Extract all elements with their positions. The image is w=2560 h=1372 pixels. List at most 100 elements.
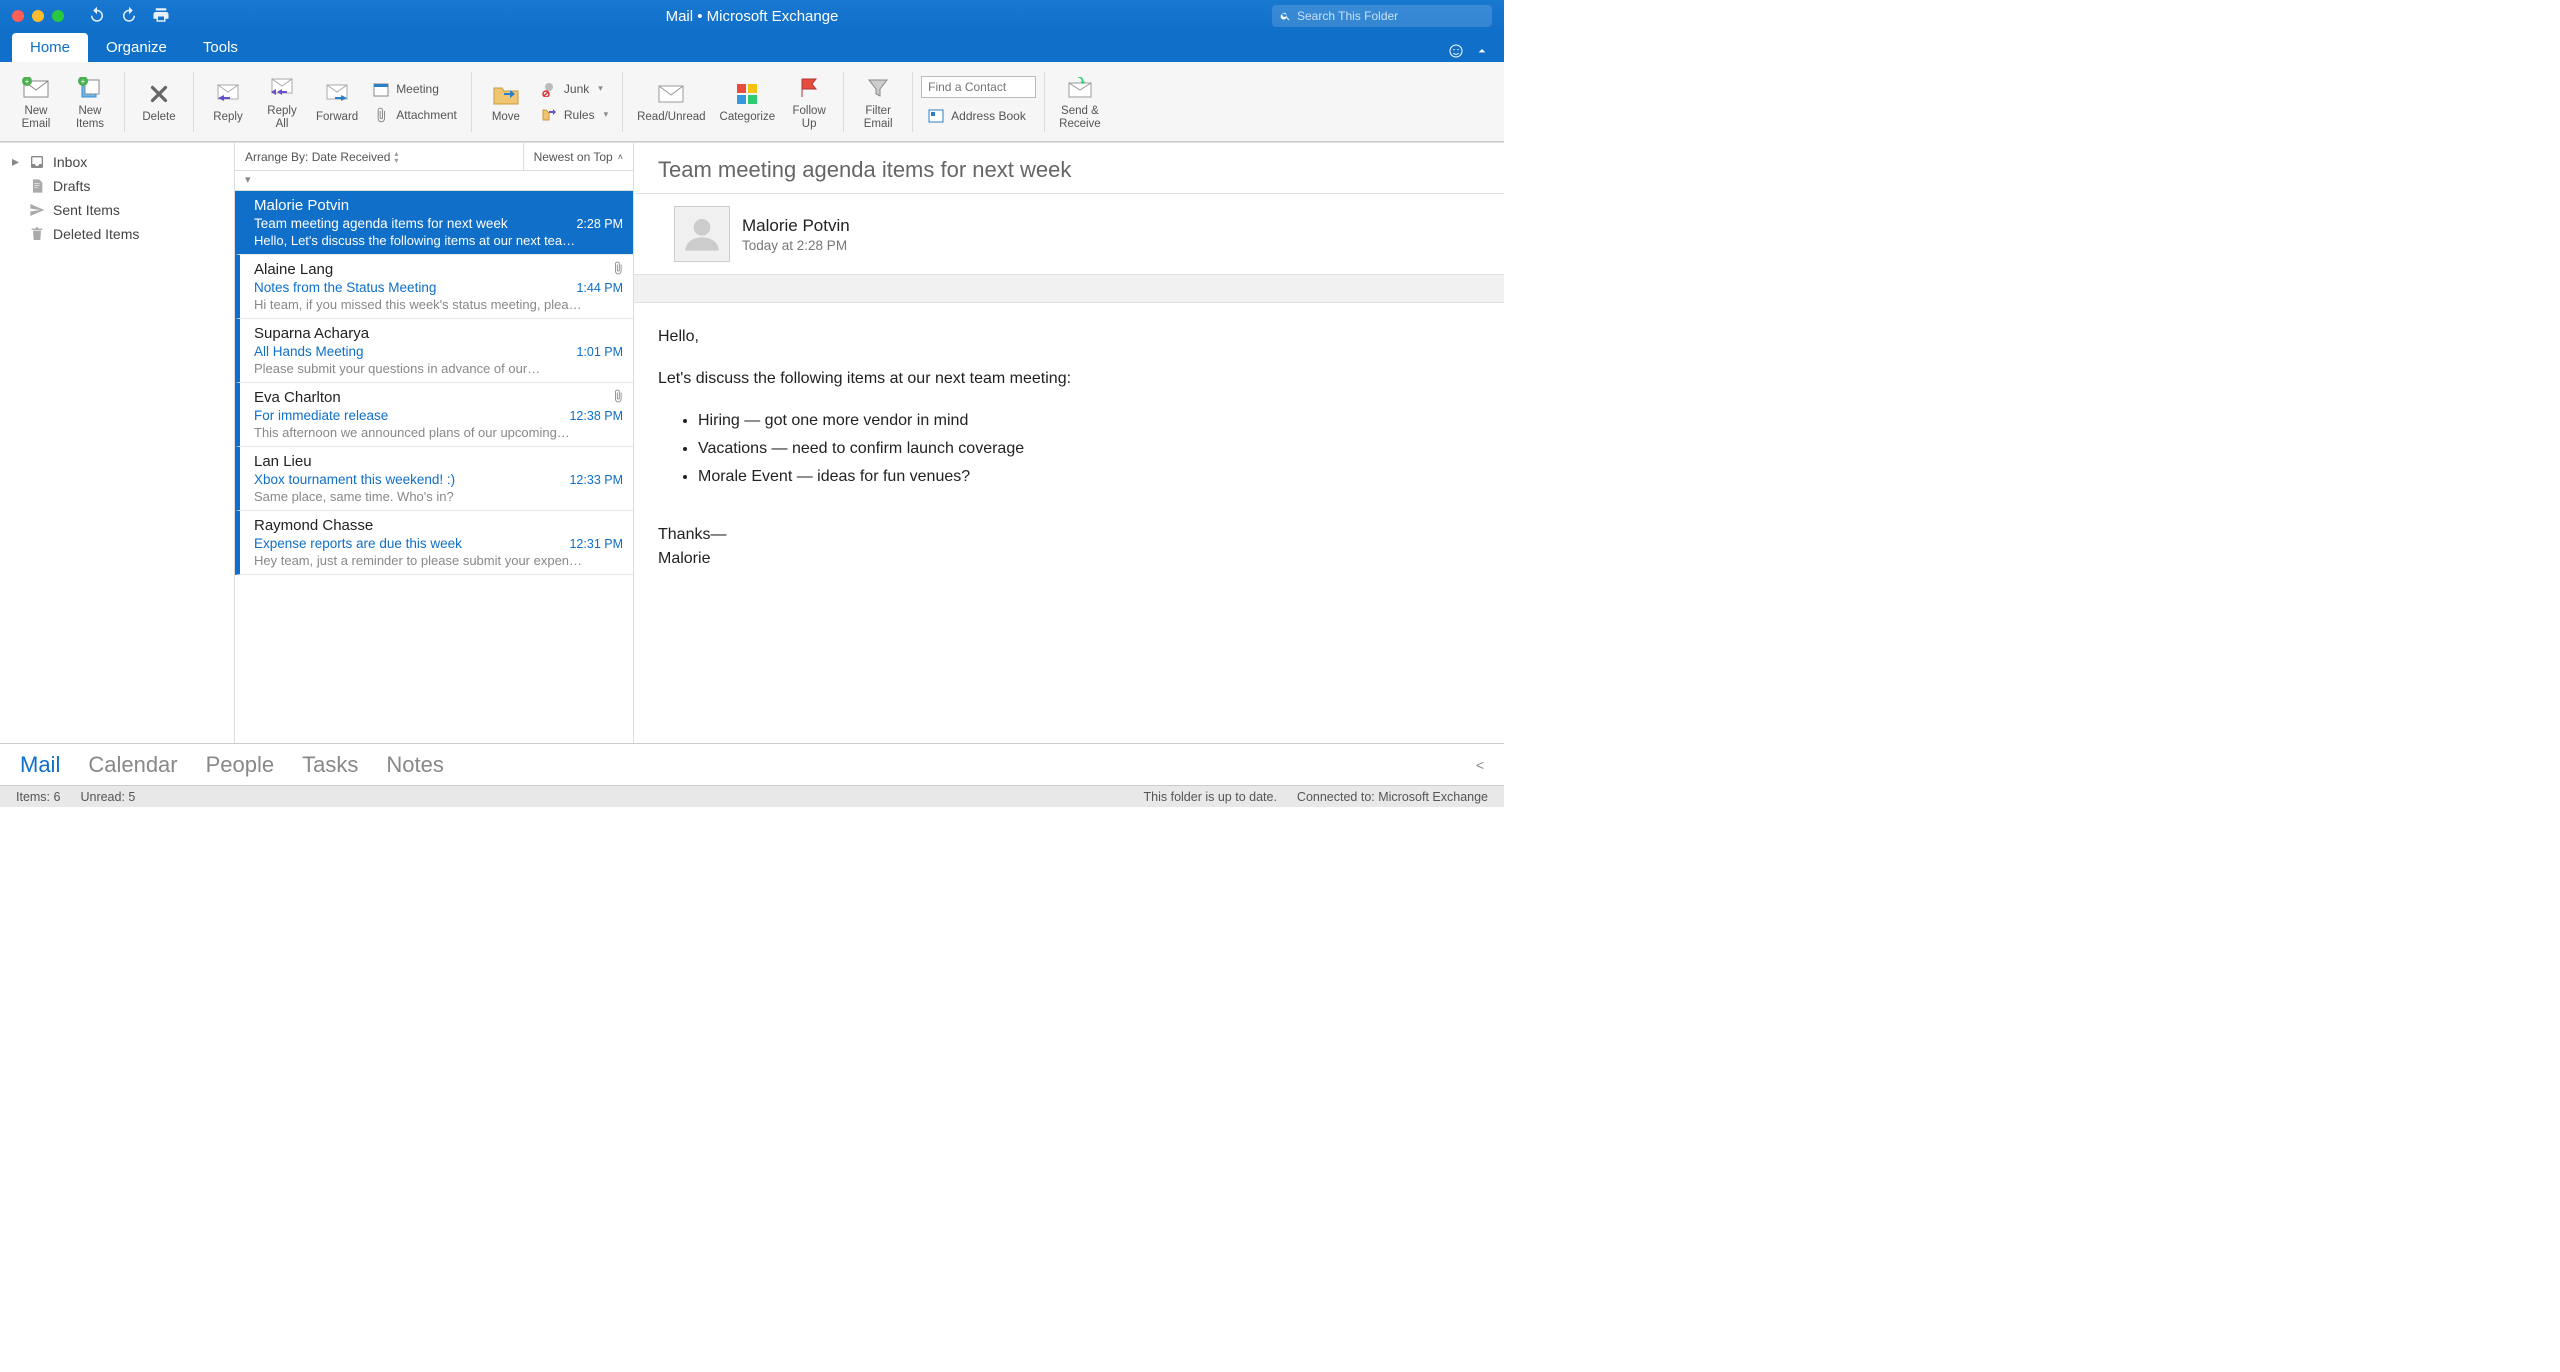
move-button[interactable]: Move [480, 66, 532, 138]
follow-up-button[interactable]: Follow Up [783, 66, 835, 138]
reading-timestamp: Today at 2:28 PM [742, 238, 850, 253]
redo-icon[interactable] [120, 6, 138, 27]
folder-drafts[interactable]: Drafts [0, 174, 234, 198]
message-time: 1:01 PM [576, 345, 623, 359]
message-preview: Hello, Let's discuss the following items… [254, 233, 623, 248]
nav-mail[interactable]: Mail [20, 752, 60, 778]
window-controls [0, 10, 64, 22]
tab-organize[interactable]: Organize [88, 33, 185, 62]
message-item[interactable]: Suparna Acharya All Hands Meeting 1:01 PM P… [235, 319, 633, 383]
rules-button[interactable]: Rules▾ [534, 103, 614, 127]
minimize-window[interactable] [32, 10, 44, 22]
attachment-icon [611, 389, 625, 406]
address-book-button[interactable]: Address Book [921, 104, 1036, 128]
message-item[interactable]: Raymond Chasse Expense reports are due th… [235, 511, 633, 575]
nav-notes[interactable]: Notes [386, 752, 443, 778]
tab-tools[interactable]: Tools [185, 33, 256, 62]
svg-text:+: + [25, 77, 30, 86]
sort-direction-button[interactable]: Newest on Top˄ [524, 143, 633, 170]
message-time: 12:33 PM [569, 473, 623, 487]
close-window[interactable] [12, 10, 24, 22]
message-preview: Hey team, just a reminder to please subm… [254, 553, 623, 568]
body-bullet-item: Morale Event — ideas for fun venues? [698, 465, 1480, 489]
message-item[interactable]: Alaine LangNotes from the Status Meeting… [235, 255, 633, 319]
folder-inbox[interactable]: ▸ Inbox [0, 149, 234, 174]
search-input[interactable] [1297, 9, 1484, 23]
reading-sender-name: Malorie Potvin [742, 216, 850, 236]
reading-subject: Team meeting agenda items for next week [634, 143, 1504, 194]
message-subject: All Hands Meeting [254, 344, 364, 359]
folder-label: Inbox [53, 154, 87, 170]
content-area: ▸ Inbox Drafts Sent Items Deleted Items A… [0, 142, 1504, 743]
status-connection: Connected to: Microsoft Exchange [1297, 790, 1488, 804]
body-greeting: Hello, [658, 325, 1480, 349]
reading-pane: Team meeting agenda items for next week … [634, 143, 1504, 743]
collapse-ribbon-icon[interactable] [1474, 43, 1490, 62]
quick-access-toolbar [88, 6, 170, 27]
body-bullet-item: Hiring — got one more vendor in mind [698, 409, 1480, 433]
bottom-nav: Mail Calendar People Tasks Notes < [0, 743, 1504, 785]
send-receive-button[interactable]: Send & Receive [1053, 66, 1107, 138]
message-preview: Hi team, if you missed this week's statu… [254, 297, 623, 312]
message-list: Arrange By: Date Received▴▾ Newest on To… [235, 143, 634, 743]
message-time: 12:31 PM [569, 537, 623, 551]
folder-sent[interactable]: Sent Items [0, 198, 234, 222]
message-preview: Please submit your questions in advance … [254, 361, 623, 376]
message-from: Eva Charlton [254, 389, 623, 406]
delete-button[interactable]: Delete [133, 66, 185, 138]
body-bullet-item: Vacations — need to confirm launch cover… [698, 437, 1480, 461]
list-filter-toggle[interactable]: ▾ [235, 171, 633, 191]
forward-button[interactable]: Forward [310, 66, 364, 138]
titlebar: Mail • Microsoft Exchange [0, 0, 1504, 32]
attachment-icon [611, 261, 625, 278]
print-icon[interactable] [152, 6, 170, 27]
status-bar: Items: 6 Unread: 5 This folder is up to … [0, 785, 1504, 807]
message-item[interactable]: Malorie PotvinTeam meeting agenda items … [235, 191, 633, 255]
status-unread: Unread: 5 [80, 790, 135, 804]
message-from: Raymond Chasse [254, 517, 623, 534]
folder-label: Deleted Items [53, 226, 139, 242]
reply-all-button[interactable]: Reply All [256, 66, 308, 138]
new-email-button[interactable]: +New Email [10, 66, 62, 138]
body-bullets: Hiring — got one more vendor in mind Vaca… [698, 409, 1480, 489]
message-subject: Expense reports are due this week [254, 536, 462, 551]
message-from: Suparna Acharya [254, 325, 623, 342]
reply-button[interactable]: Reply [202, 66, 254, 138]
sent-icon [29, 202, 45, 218]
meeting-button[interactable]: Meeting [366, 77, 463, 101]
junk-button[interactable]: Junk▾ [534, 77, 614, 101]
zoom-window[interactable] [52, 10, 64, 22]
search-box[interactable] [1272, 5, 1492, 27]
folder-label: Drafts [53, 178, 90, 194]
categorize-button[interactable]: Categorize [714, 66, 782, 138]
search-icon [1280, 10, 1291, 22]
avatar [674, 206, 730, 262]
reading-sender-block: Malorie Potvin Today at 2:28 PM [634, 194, 1504, 275]
status-items: Items: 6 [16, 790, 60, 804]
ribbon-tabs: Home Organize Tools [0, 32, 1504, 62]
message-time: 1:44 PM [576, 281, 623, 295]
folder-deleted[interactable]: Deleted Items [0, 222, 234, 246]
message-item[interactable]: Lan LieuXbox tournament this weekend! :)… [235, 447, 633, 511]
disclosure-triangle-icon[interactable]: ▸ [10, 153, 21, 170]
folder-label: Sent Items [53, 202, 120, 218]
message-subject: For immediate release [254, 408, 388, 423]
find-contact-input[interactable] [921, 76, 1036, 98]
filter-email-button[interactable]: Filter Email [852, 66, 904, 138]
undo-icon[interactable] [88, 6, 106, 27]
nav-tasks[interactable]: Tasks [302, 752, 358, 778]
ribbon: +New Email +New Items Delete Reply Reply… [0, 62, 1504, 142]
nav-calendar[interactable]: Calendar [88, 752, 177, 778]
body-intro: Let's discuss the following items at our… [658, 367, 1480, 391]
message-item[interactable]: Eva CharltonFor immediate release12:38 P… [235, 383, 633, 447]
read-unread-button[interactable]: Read/Unread [631, 66, 711, 138]
nav-people[interactable]: People [206, 752, 275, 778]
attachment-button[interactable]: Attachment [366, 103, 463, 127]
message-preview: This afternoon we announced plans of our… [254, 425, 623, 440]
tab-home[interactable]: Home [12, 33, 88, 62]
nav-collapse-icon[interactable]: < [1476, 757, 1484, 773]
svg-text:+: + [81, 77, 86, 86]
emoji-icon[interactable] [1448, 43, 1464, 62]
arrange-by-button[interactable]: Arrange By: Date Received▴▾ [235, 143, 524, 170]
new-items-button[interactable]: +New Items [64, 66, 116, 138]
